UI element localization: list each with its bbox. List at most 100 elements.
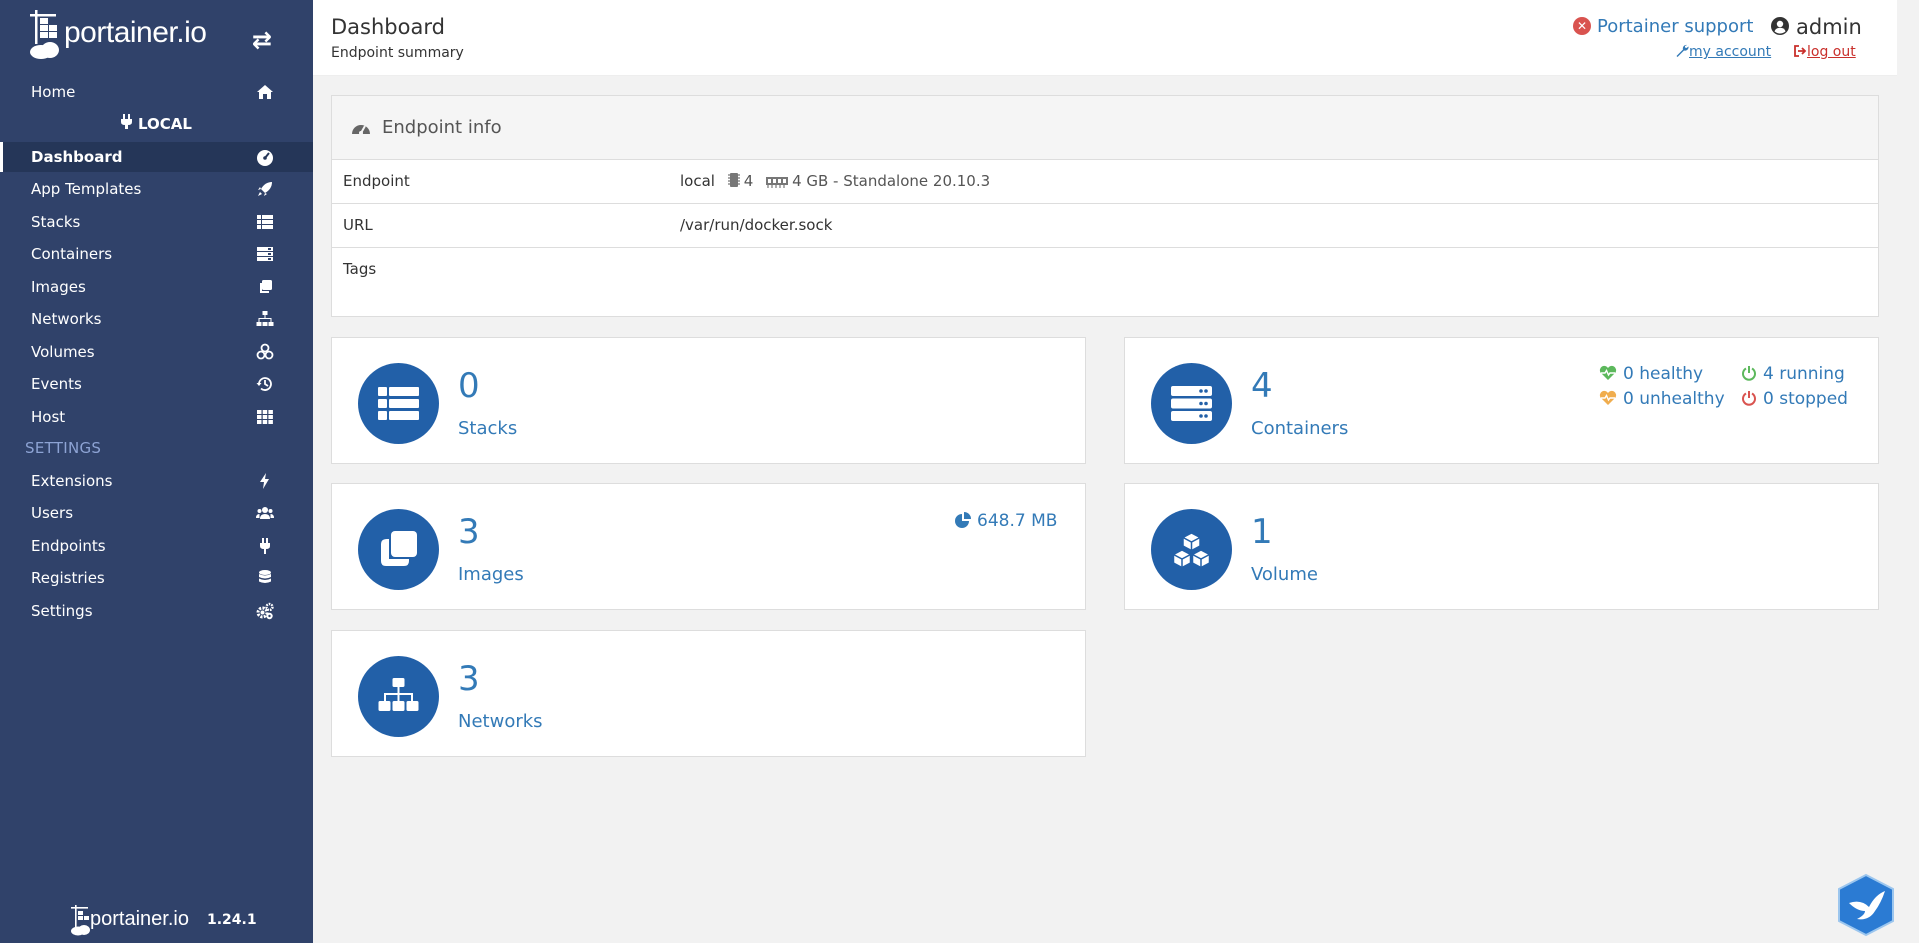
page-title: Dashboard: [331, 15, 445, 39]
pie-chart-icon: [955, 512, 971, 528]
tile-icon-circle: [358, 656, 439, 737]
support-label: Portainer support: [1597, 16, 1754, 37]
stacks-tile[interactable]: 0 Stacks: [331, 337, 1086, 464]
server-icon: [1171, 386, 1212, 421]
endpoint-heading-label: LOCAL: [138, 115, 192, 133]
top-bar: Dashboard Endpoint summary ✕ Portainer su…: [313, 0, 1897, 76]
endpoint-heading: LOCAL: [0, 114, 313, 133]
sitemap-icon: [378, 678, 419, 711]
sidebar-item-app-templates[interactable]: App Templates: [0, 174, 313, 204]
sidebar-footer: portainer.io 1.24.1: [70, 900, 300, 940]
database-icon: [259, 570, 271, 583]
sidebar-item-registries[interactable]: Registries: [0, 563, 313, 593]
tachometer-icon: [257, 150, 273, 166]
volumes-label: Volume: [1251, 564, 1318, 585]
images-label: Images: [458, 564, 524, 585]
rocket-icon: [258, 182, 272, 196]
heartbeat-icon: [1599, 365, 1617, 380]
sidebar-item-label: Dashboard: [31, 148, 123, 166]
sidebar-item-endpoints[interactable]: Endpoints: [0, 531, 313, 561]
plug-icon: [260, 538, 270, 554]
sidebar-item-containers[interactable]: Containers: [0, 239, 313, 269]
sidebar-item-networks[interactable]: Networks: [0, 304, 313, 334]
tile-icon-circle: [1151, 509, 1232, 590]
sidebar-item-label: Images: [31, 278, 86, 296]
panel-title: Endpoint info: [382, 117, 502, 138]
tile-icon-circle: [358, 509, 439, 590]
sidebar-item-label: Containers: [31, 245, 113, 263]
support-link[interactable]: ✕ Portainer support: [1573, 16, 1753, 37]
version-label: 1.24.1: [207, 912, 257, 928]
tile-icon-circle: [1151, 363, 1232, 444]
panel-header: Endpoint info: [332, 96, 1878, 160]
tile-icon-circle: [358, 363, 439, 444]
sidebar-item-extensions[interactable]: Extensions: [0, 466, 313, 496]
my-account-label: my account: [1689, 44, 1772, 60]
scrollbar[interactable]: [1897, 0, 1919, 943]
info-row-tags: Tags: [332, 248, 1878, 316]
images-size: 648.7 MB: [977, 511, 1058, 531]
images-size-stat: 648.7 MB: [955, 511, 1057, 531]
plug-icon: [121, 114, 133, 133]
sidebar-item-label: Endpoints: [31, 537, 106, 555]
sidebar-item-label: App Templates: [31, 180, 142, 198]
exchange-icon[interactable]: ⇄: [252, 26, 272, 54]
home-icon: [257, 85, 273, 99]
sidebar-item-volumes[interactable]: Volumes: [0, 337, 313, 367]
networks-label: Networks: [458, 711, 543, 732]
cpu-count: 4: [743, 172, 754, 190]
log-out-label: log out: [1807, 44, 1856, 60]
sidebar-item-users[interactable]: Users: [0, 498, 313, 528]
my-account-link[interactable]: my account: [1675, 44, 1771, 60]
wrench-icon: [1676, 44, 1689, 57]
running-count: 4 running: [1763, 364, 1845, 384]
bird-badge-icon[interactable]: [1835, 873, 1897, 937]
heartbeat-icon: [1599, 390, 1617, 405]
images-tile[interactable]: 3 Images 648.7 MB: [331, 483, 1086, 610]
endpoint-name: local: [680, 172, 715, 190]
info-row-url: URL /var/run/docker.sock: [332, 204, 1878, 248]
clone-icon: [381, 531, 417, 566]
cogs-icon: [256, 602, 274, 620]
running-stat: 4 running: [1741, 364, 1845, 384]
info-value: /var/run/docker.sock: [680, 216, 833, 234]
sitemap-icon: [256, 311, 274, 326]
stopped-stat: 0 stopped: [1741, 389, 1848, 409]
sidebar-item-events[interactable]: Events: [0, 369, 313, 399]
volumes-tile[interactable]: 1 Volume: [1124, 483, 1879, 610]
sidebar-item-label: Home: [31, 83, 76, 101]
containers-count: 4: [1251, 366, 1273, 406]
memory-and-version: 4 GB - Standalone 20.10.3: [792, 172, 991, 190]
th-list-icon: [378, 387, 419, 420]
sidebar-item-host[interactable]: Host: [0, 402, 313, 432]
portainer-logo-icon: [71, 905, 90, 936]
server-icon: [257, 247, 273, 261]
sidebar-item-label: Host: [31, 408, 66, 426]
portainer-logo-icon: [30, 10, 59, 59]
clone-icon: [260, 280, 272, 293]
networks-tile[interactable]: 3 Networks: [331, 630, 1086, 757]
sidebar-item-label: Registries: [31, 569, 105, 587]
sidebar-item-label: Settings: [31, 602, 93, 620]
endpoint-info-panel: Endpoint info Endpoint local 4 4 GB - St…: [331, 95, 1879, 317]
sidebar-item-images[interactable]: Images: [0, 272, 313, 302]
cubes-icon: [256, 343, 274, 360]
sidebar-item-label: Events: [31, 375, 82, 393]
sidebar-item-stacks[interactable]: Stacks: [0, 207, 313, 237]
stacks-count: 0: [458, 366, 480, 406]
containers-tile[interactable]: 4 Containers 0 healthy 4 running 0 unhea…: [1124, 337, 1879, 464]
history-icon: [256, 377, 272, 391]
microchip-icon: [727, 173, 740, 187]
unhealthy-count: 0 unhealthy: [1623, 389, 1725, 409]
sidebar-item-dashboard[interactable]: Dashboard: [0, 142, 313, 172]
sidebar-item-settings[interactable]: Settings: [0, 596, 313, 626]
log-out-link[interactable]: log out: [1793, 44, 1856, 60]
sidebar-item-label: Users: [31, 504, 74, 522]
healthy-stat: 0 healthy: [1599, 364, 1703, 384]
brand[interactable]: portainer.io ⇄: [28, 8, 288, 64]
unhealthy-stat: 0 unhealthy: [1599, 389, 1725, 409]
sidebar-item-home[interactable]: Home: [0, 77, 313, 107]
networks-count: 3: [458, 659, 480, 699]
sidebar-item-label: Stacks: [31, 213, 81, 231]
tachometer-icon: [352, 125, 370, 135]
